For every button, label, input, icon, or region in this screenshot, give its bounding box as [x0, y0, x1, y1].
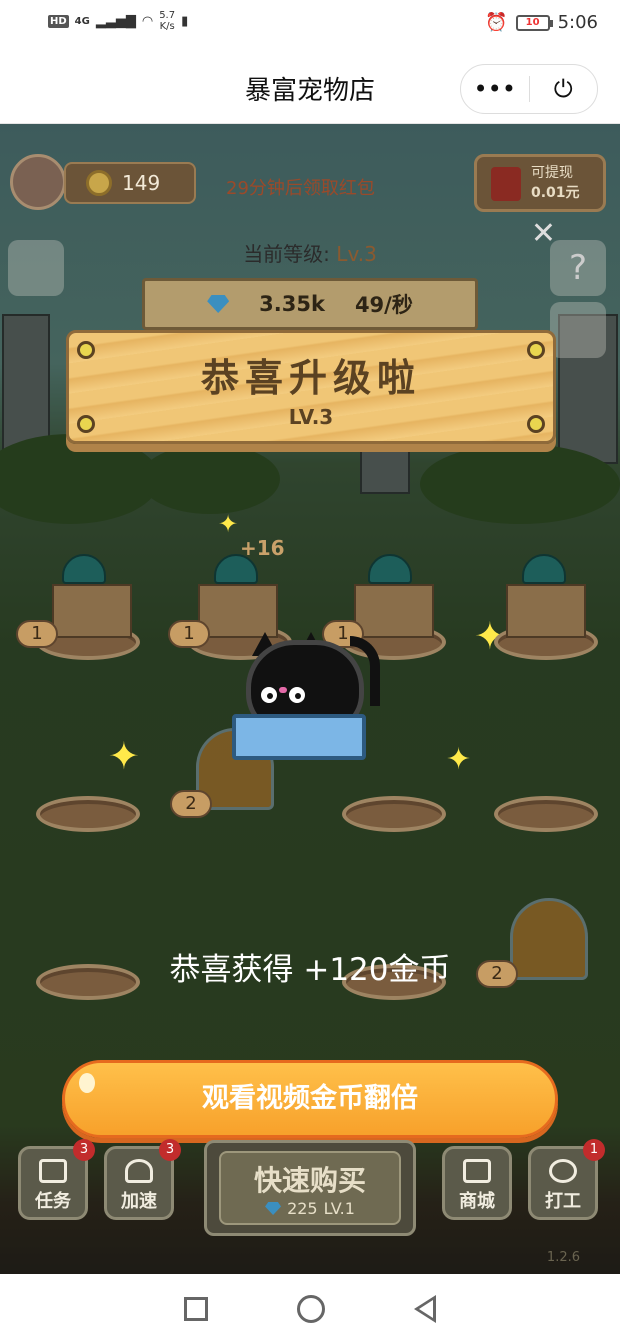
pet-box[interactable]: [198, 584, 278, 638]
quick-buy-label: 快速购买: [253, 1164, 366, 1197]
redpack-countdown: 29分钟后领取红包: [226, 178, 375, 199]
network-generation: 4G: [74, 15, 90, 27]
sparkle-icon: ✦: [108, 734, 140, 778]
quick-buy-inner: 快速购买 225 LV.1: [219, 1151, 401, 1225]
work-label: 打工: [545, 1191, 581, 1212]
home-icon[interactable]: [296, 1294, 325, 1323]
gem-amount: 3.35k: [259, 292, 325, 316]
task-button[interactable]: 3 任务: [18, 1139, 95, 1220]
watch-video-double-button[interactable]: 观看视频金币翻倍: [62, 1060, 558, 1138]
hd-badge: HD: [48, 14, 69, 28]
capsule-menu: ••• ⏻: [460, 64, 598, 114]
withdraw-label: 可提现: [531, 165, 573, 181]
more-dots-icon[interactable]: •••: [461, 75, 529, 103]
level-up-banner: 恭喜升级啦 LV.3: [66, 330, 556, 444]
level-up-level: LV.3: [288, 405, 334, 429]
gem-board: 3.35k 49/秒: [142, 278, 478, 330]
status-left: HD 4G ▂▃▅▇ ◠ 5.7 K/s ▮: [48, 10, 188, 32]
rocket-icon: [125, 1159, 153, 1183]
quick-buy-price: 225: [287, 1199, 318, 1218]
mini-program-titlebar: 暴富宠物店 ••• ⏻: [0, 46, 620, 124]
checklist-icon: [39, 1159, 67, 1183]
pet-level-tag: 1: [16, 620, 58, 648]
withdraw-amount: 0.01元: [531, 185, 580, 201]
pet-level-tag: 1: [168, 620, 210, 648]
sparkle-icon: ✦: [446, 742, 472, 777]
add-friend-icon[interactable]: [550, 302, 606, 358]
button-shine: [79, 1073, 95, 1093]
android-nav-bar: [0, 1274, 620, 1343]
pet-nest[interactable]: [36, 796, 140, 832]
pet-box[interactable]: [52, 584, 132, 638]
speed-value: 5.7: [159, 10, 176, 21]
coin-icon: [86, 170, 112, 196]
avatar[interactable]: [10, 154, 66, 210]
withdraw-button[interactable]: 可提现 0.01元: [474, 154, 606, 212]
gem-icon: [207, 295, 230, 313]
task-label: 任务: [35, 1191, 71, 1212]
back-icon[interactable]: [413, 1294, 436, 1323]
shop-bag-icon: [463, 1159, 491, 1183]
coin-amount: 149: [122, 171, 161, 195]
hud-topbar: 149 29分钟后领取红包 可提现 0.01元: [8, 154, 612, 224]
litter-tray: [232, 714, 366, 760]
cat-nose: [279, 687, 287, 693]
cat-eye: [287, 685, 307, 705]
pet-nest[interactable]: [342, 796, 446, 832]
speed-badge: 3: [159, 1139, 181, 1161]
sparkle-icon: ✦: [218, 510, 239, 538]
status-bar: HD 4G ▂▃▅▇ ◠ 5.7 K/s ▮ ⏰ 10 5:06: [0, 0, 620, 46]
speed-label: 加速: [121, 1191, 157, 1212]
network-speed: 5.7 K/s: [159, 10, 175, 32]
speed-up-button[interactable]: 3 加速: [104, 1139, 181, 1220]
power-icon[interactable]: ⏻: [530, 75, 598, 103]
alarm-icon: ⏰: [485, 12, 508, 33]
task-badge: 3: [73, 1139, 95, 1161]
work-button[interactable]: 1 打工: [528, 1139, 605, 1220]
level-up-title: 恭喜升级啦: [200, 356, 421, 400]
gem-rate: 49/秒: [354, 293, 413, 317]
current-level: 当前等级: Lv.3: [0, 238, 620, 267]
hammer-icon: [549, 1159, 577, 1183]
quick-buy-cost: 225 LV.1: [221, 1199, 399, 1218]
signal-icon: ▂▃▅▇: [95, 13, 136, 29]
game-area: 149 29分钟后领取红包 可提现 0.01元 ✕ ? 当前等级: Lv.3 3…: [0, 124, 620, 1274]
black-cat-reward: [232, 632, 392, 764]
shop-label: 商城: [459, 1191, 495, 1212]
pet-level-tag: 2: [170, 790, 212, 818]
quick-buy-button[interactable]: 快速购买 225 LV.1: [204, 1140, 416, 1236]
quick-buy-level: LV.1: [323, 1199, 355, 1218]
battery-indicator: 10: [515, 14, 553, 31]
recent-apps-icon[interactable]: [184, 1296, 209, 1321]
pet-box[interactable]: [354, 584, 434, 638]
red-envelope-icon: [491, 167, 521, 201]
version-label: 1.2.6: [546, 1250, 580, 1265]
work-badge: 1: [583, 1139, 605, 1161]
wifi-icon: ◠: [141, 13, 154, 29]
status-right: ⏰ 10 5:06: [485, 12, 598, 33]
gem-icon: [265, 1202, 282, 1215]
level-label: 当前等级:: [243, 242, 330, 266]
coin-counter: 149: [64, 162, 196, 204]
cta-label: 观看视频金币翻倍: [202, 1083, 418, 1114]
cat-eye: [259, 685, 279, 705]
reward-text: 恭喜获得 +120金币: [169, 952, 451, 988]
speed-unit: K/s: [159, 21, 175, 32]
level-value: Lv.3: [336, 242, 377, 266]
pet-box[interactable]: [506, 584, 586, 638]
shop-button[interactable]: 商城: [442, 1146, 512, 1220]
pet-nest[interactable]: [494, 796, 598, 832]
notification-icon: ▮: [181, 13, 189, 29]
clock: 5:06: [557, 12, 598, 33]
